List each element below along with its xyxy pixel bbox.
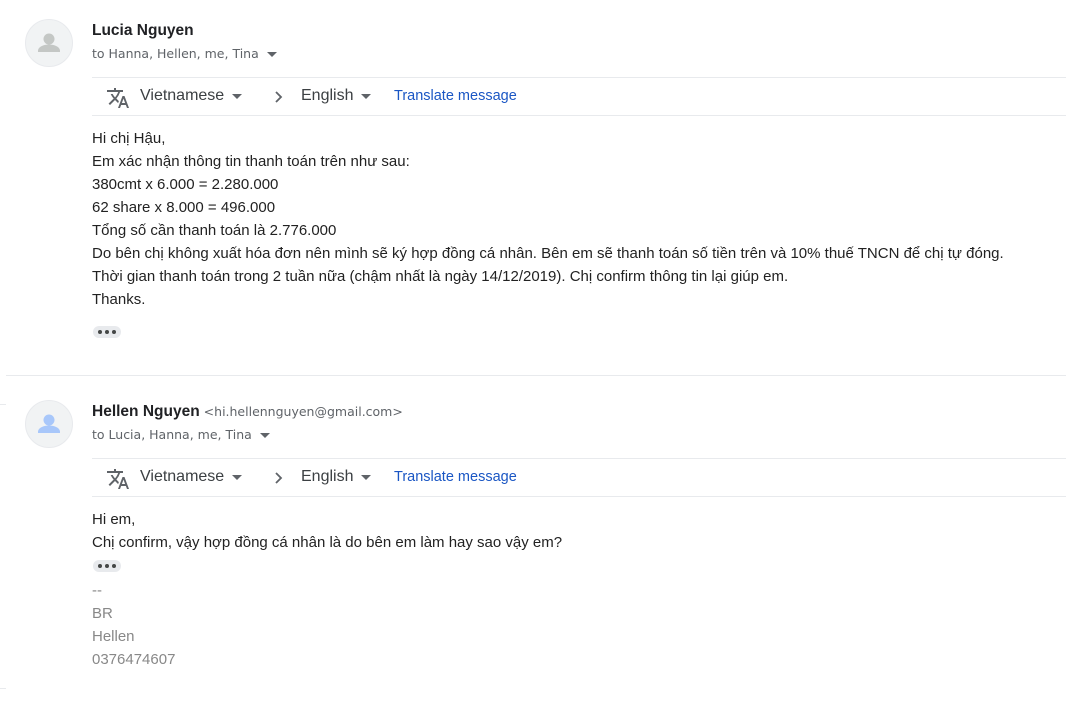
body-line: Thanks. [92, 291, 146, 308]
signature-line: 0376474607 [92, 651, 176, 668]
message-divider [6, 375, 1066, 376]
caret-down-icon [232, 474, 243, 480]
person-icon [38, 33, 60, 52]
body-line: 62 share x 8.000 = 496.000 [92, 199, 276, 216]
email-thread: Lucia Nguyen to Hanna, Hellen, me, Tina … [0, 0, 1066, 705]
sender-email: <hi.hellennguyen@gmail.com> [203, 404, 403, 419]
body-line: Hi chị Hậu, [92, 130, 166, 147]
target-language-select[interactable]: English [301, 87, 372, 105]
body-line: Do bên chị không xuất hóa đơn nên mình s… [92, 245, 1004, 262]
translate-bar: Vietnamese English Translate message [92, 458, 1066, 497]
message-hellen: Hellen Nguyen <hi.hellennguyen@gmail.com>… [0, 380, 1066, 705]
chevron-right-icon [275, 91, 283, 103]
caret-down-icon [361, 474, 372, 480]
recipients-dropdown[interactable]: to Lucia, Hanna, me, Tina [92, 427, 270, 442]
caret-down-icon [259, 432, 270, 438]
more-horiz-icon [98, 330, 102, 334]
body-line: Em xác nhận thông tin thanh toán trên nh… [92, 153, 410, 170]
sender-avatar[interactable] [25, 19, 73, 67]
translate-icon [107, 88, 129, 108]
source-language-select[interactable]: Vietnamese [140, 468, 243, 486]
edge-tick [0, 688, 6, 689]
translate-message-link[interactable]: Translate message [394, 469, 517, 485]
body-line: Thời gian thanh toán trong 2 tuần nữa (c… [92, 268, 789, 285]
sender-avatar[interactable] [25, 400, 73, 448]
target-language-label: English [301, 468, 354, 485]
sender-name[interactable]: Hellen Nguyen [92, 403, 200, 420]
signature-line: -- [92, 582, 102, 599]
source-language-label: Vietnamese [140, 87, 225, 104]
signature: -- BR Hellen 0376474607 [92, 579, 175, 671]
translate-bar: Vietnamese English Translate message [92, 77, 1066, 116]
caret-down-icon [361, 93, 372, 99]
source-language-label: Vietnamese [140, 468, 225, 485]
show-trimmed-content-button[interactable] [93, 326, 121, 338]
sender-line: Hellen Nguyen <hi.hellennguyen@gmail.com> [92, 403, 403, 421]
caret-down-icon [266, 51, 277, 57]
recipients-dropdown[interactable]: to Hanna, Hellen, me, Tina [92, 46, 277, 61]
person-icon [38, 414, 60, 433]
body-line: Chị confirm, vậy hợp đồng cá nhân là do … [92, 534, 563, 551]
show-trimmed-content-button[interactable] [93, 560, 121, 572]
signature-line: BR [92, 605, 113, 622]
more-horiz-icon [98, 564, 102, 568]
body-line: Tổng số cần thanh toán là 2.776.000 [92, 222, 337, 239]
body-line: Hi em, [92, 511, 136, 528]
target-language-label: English [301, 87, 354, 104]
message-lucia: Lucia Nguyen to Hanna, Hellen, me, Tina … [0, 0, 1066, 376]
body-line: 380cmt x 6.000 = 2.280.000 [92, 176, 279, 193]
sender-name[interactable]: Lucia Nguyen [92, 22, 194, 39]
recipients-text: to Lucia, Hanna, me, Tina [92, 427, 252, 442]
target-language-select[interactable]: English [301, 468, 372, 486]
message-body: Hi chị Hậu, Em xác nhận thông tin thanh … [92, 127, 1004, 311]
chevron-right-icon [275, 472, 283, 484]
source-language-select[interactable]: Vietnamese [140, 87, 243, 105]
sender-line: Lucia Nguyen [92, 22, 194, 40]
recipients-text: to Hanna, Hellen, me, Tina [92, 46, 259, 61]
caret-down-icon [232, 93, 243, 99]
signature-line: Hellen [92, 628, 135, 645]
message-body: Hi em, Chị confirm, vậy hợp đồng cá nhân… [92, 508, 562, 554]
translate-icon [107, 469, 129, 489]
translate-message-link[interactable]: Translate message [394, 88, 517, 104]
